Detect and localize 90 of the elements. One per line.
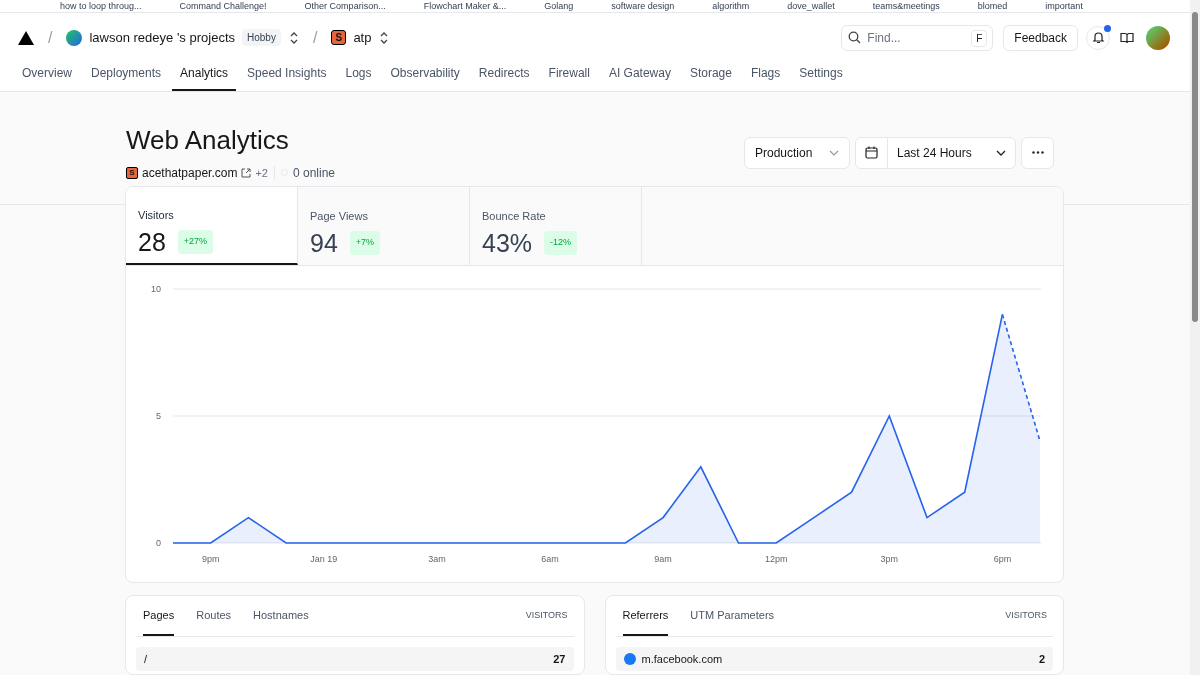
bookmark-link[interactable]: teams&meetings (872, 0, 940, 11)
x-axis-label: Jan 19 (310, 554, 338, 564)
plan-label: Hobby (242, 29, 281, 47)
y-axis-label: 10 (151, 284, 161, 294)
nav-tab[interactable]: Observability (390, 62, 460, 91)
bookmark-link[interactable]: how to loop throug... (60, 0, 142, 11)
bookmark-link[interactable]: Golang (544, 0, 574, 11)
x-axis-label: 6pm (993, 554, 1012, 564)
nav-tab[interactable]: Speed Insights (247, 62, 327, 91)
x-axis-label: 6am (541, 554, 559, 564)
bookmark-link[interactable]: Other Comparison... (304, 0, 386, 11)
y-axis-label: 0 (156, 538, 161, 548)
bookmark-link[interactable]: blomed (977, 0, 1008, 11)
switch-icon[interactable] (379, 31, 390, 44)
panel-tab[interactable]: Hostnames (253, 596, 309, 636)
metric-label: Page Views (310, 209, 369, 225)
breadcrumb-separator: / (312, 27, 318, 48)
column-header: VISITORS (525, 609, 569, 623)
time-range-value: Last 24 Hours (897, 144, 972, 162)
column-header: VISITORS (1005, 609, 1048, 623)
bookmark-link[interactable]: Flowchart Maker &... (423, 0, 507, 11)
list-row[interactable]: / 27 (136, 647, 574, 671)
metric-label: Bounce Rate (482, 209, 547, 225)
panel-tab[interactable]: Pages (143, 596, 175, 636)
calendar-icon (865, 146, 878, 160)
row-label: / (144, 651, 149, 667)
page-title: Web Analytics (126, 123, 290, 156)
nav-tab[interactable]: Overview (22, 62, 72, 91)
list-row[interactable]: m.facebook.com 2 (615, 647, 1053, 671)
bookmark-link[interactable]: algorithm (712, 0, 750, 11)
domain-link[interactable]: acethatpaper.com (142, 163, 238, 182)
metric-label: Visitors (138, 208, 175, 224)
change-badge: -12% (544, 231, 578, 255)
nav-tab[interactable]: AI Gateway (608, 62, 671, 91)
nav-tab[interactable]: Deployments (91, 62, 162, 91)
online-count: 0 online (292, 164, 335, 182)
project-name[interactable]: atp (353, 28, 372, 48)
breadcrumb-separator: / (48, 27, 53, 48)
row-label: m.facebook.com (641, 651, 724, 667)
metric-tab[interactable]: Bounce Rate 43% -12% (470, 187, 642, 265)
nav-tab[interactable]: Redirects (478, 62, 530, 91)
metric-tab[interactable]: Visitors 28 +27% (126, 187, 298, 265)
environment-dropdown[interactable]: Production (744, 136, 850, 169)
bookmark-link[interactable]: Command Challenge! (179, 0, 267, 11)
nav-tab[interactable]: Firewall (548, 62, 590, 91)
panel-tab[interactable]: Routes (196, 596, 232, 636)
nav-tab[interactable]: Storage (689, 62, 732, 91)
panel-tab[interactable]: UTM Parameters (690, 596, 775, 636)
more-icon (1031, 151, 1044, 155)
row-value: 2 (1038, 651, 1045, 667)
nav-tab[interactable]: Logs (345, 62, 372, 91)
y-axis-label: 5 (156, 411, 161, 421)
project-initial: S (331, 30, 347, 46)
metric-value: 94 (310, 227, 338, 258)
user-avatar[interactable] (1146, 25, 1170, 50)
x-axis-label: 3am (428, 554, 446, 564)
change-badge: +7% (349, 231, 381, 255)
x-axis-label: 9pm (201, 554, 220, 564)
extra-domains-count[interactable]: +2 (255, 164, 268, 182)
x-axis-label: 12pm (764, 554, 788, 564)
x-axis-label: 3pm (880, 554, 899, 564)
change-badge: +27% (177, 230, 214, 254)
scrollbar[interactable] (1190, 0, 1200, 675)
book-icon[interactable] (1120, 31, 1134, 44)
feedback-button[interactable]: Feedback (1003, 24, 1078, 51)
chevron-icon (829, 149, 839, 156)
site-initial: S (126, 166, 138, 179)
shortcut-key: F (971, 29, 988, 47)
panel-tab[interactable]: Referrers (622, 596, 669, 636)
row-value: 27 (553, 651, 566, 667)
search-icon (848, 30, 862, 44)
bookmark-link[interactable]: important (1045, 0, 1083, 11)
nav-tab[interactable]: Settings (799, 62, 843, 91)
nav-tab[interactable]: Analytics (172, 62, 237, 91)
bookmark-link[interactable]: dove_wallet (787, 0, 835, 11)
x-axis-label: 9am (654, 554, 672, 564)
chevron-icon (996, 149, 1006, 156)
team-name[interactable]: lawson redeye 's projects (89, 28, 235, 48)
switch-icon[interactable] (288, 31, 299, 44)
nav-tab[interactable]: Flags (750, 62, 781, 91)
metric-value: 28 (138, 226, 166, 257)
team-avatar (66, 29, 83, 46)
facebook-icon (623, 653, 636, 665)
external-link-icon[interactable] (241, 167, 252, 178)
bookmark-link[interactable]: software design (611, 0, 675, 11)
environment-value: Production (755, 144, 813, 162)
logo-icon[interactable] (18, 30, 34, 45)
bell-icon (1091, 31, 1105, 45)
metric-value: 43% (482, 227, 533, 258)
metric-tab[interactable]: Page Views 94 +7% (298, 187, 470, 265)
